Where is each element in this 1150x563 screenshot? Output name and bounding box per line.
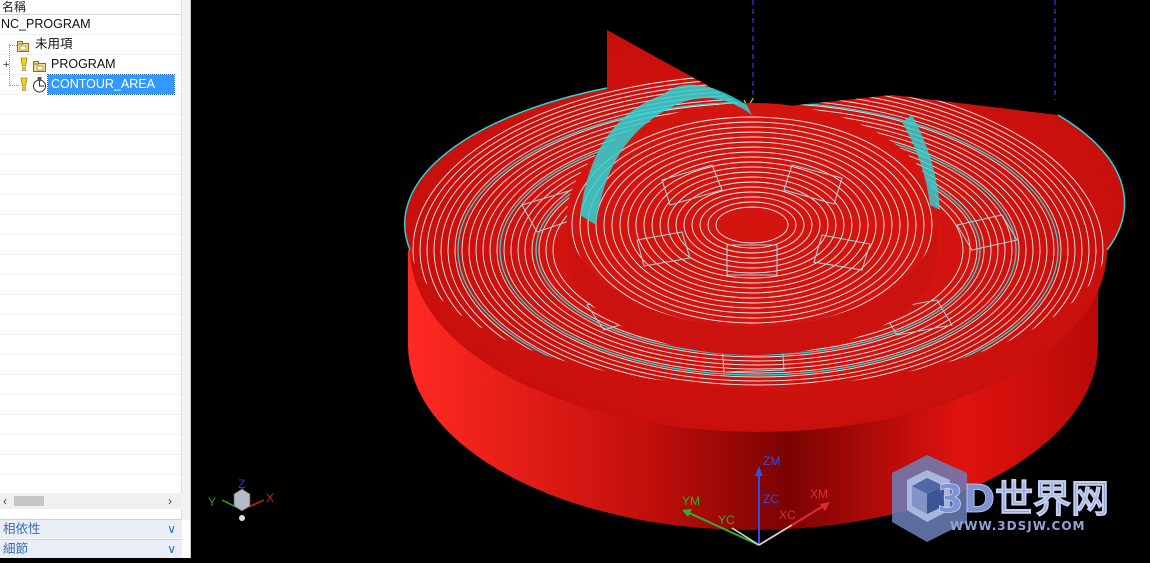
tree-connector: [9, 45, 17, 46]
chevron-down-icon[interactable]: ∨: [167, 520, 176, 538]
column-header-name[interactable]: 名稱: [0, 0, 182, 15]
viewport-canvas: Y X Z ZM ZC YM YC XM XC 3D世界网 WWW.3DSJW.…: [208, 0, 1126, 546]
horizontal-scrollbar[interactable]: ‹ ›: [0, 493, 182, 509]
scroll-left-icon[interactable]: ‹: [3, 493, 7, 509]
tree-item-label-selected: CONTOUR_AREA: [47, 74, 175, 95]
vertical-scrollbar[interactable]: [181, 0, 190, 520]
tree-item-program[interactable]: + PROGRAM: [0, 55, 182, 75]
dependencies-panel-label: 相依性: [3, 522, 41, 536]
tree-connector: [9, 85, 19, 86]
chevron-down-icon[interactable]: ∨: [167, 540, 176, 558]
graphics-viewport[interactable]: Y X Z ZM ZC YM YC XM XC 3D世界网 WWW.3DSJW.…: [192, 0, 1150, 558]
mini-view-triad[interactable]: Y X Z: [208, 477, 274, 521]
details-panel-label: 細節: [3, 542, 29, 556]
tree-item-contour-area[interactable]: CONTOUR_AREA: [0, 74, 182, 95]
wcs-xc-label: XC: [779, 508, 796, 522]
dependencies-panel[interactable]: 相依性 ∨: [0, 519, 182, 538]
details-panel[interactable]: 細節 ∨: [0, 539, 182, 558]
mini-triad-y-label: Y: [208, 495, 216, 509]
watermark-url: WWW.3DSJW.COM: [950, 519, 1085, 533]
tree-item-unused[interactable]: 未用項: [0, 35, 182, 55]
folder-icon: [17, 39, 29, 52]
tree-item-label: 未用項: [35, 37, 73, 51]
mini-triad-x-label: X: [266, 491, 274, 505]
wcs-yc-label: YC: [718, 513, 735, 527]
wcs-ym-label: YM: [682, 494, 700, 508]
scroll-right-icon[interactable]: ›: [168, 493, 172, 509]
wcs-zc-label: ZC: [763, 492, 779, 506]
navigator-tree: NC_PROGRAM 未用項 + PROGRAM CONTOUR_AREA: [0, 15, 182, 495]
tree-root-nc-program[interactable]: NC_PROGRAM: [0, 15, 182, 35]
watermark-title: 3D世界网: [937, 477, 1109, 521]
mini-triad-z-label: Z: [238, 477, 245, 491]
operation-navigator: 名稱 NC_PROGRAM 未用項 + PROGRAM CONTOUR_AREA…: [0, 0, 191, 558]
wcs-zm-label: ZM: [763, 454, 780, 468]
tree-root-label: NC_PROGRAM: [1, 17, 91, 31]
scrollbar-thumb[interactable]: [14, 496, 44, 506]
tree-connector: [9, 44, 10, 86]
wcs-xm-label: XM: [810, 487, 828, 501]
tree-item-label: PROGRAM: [51, 57, 116, 71]
